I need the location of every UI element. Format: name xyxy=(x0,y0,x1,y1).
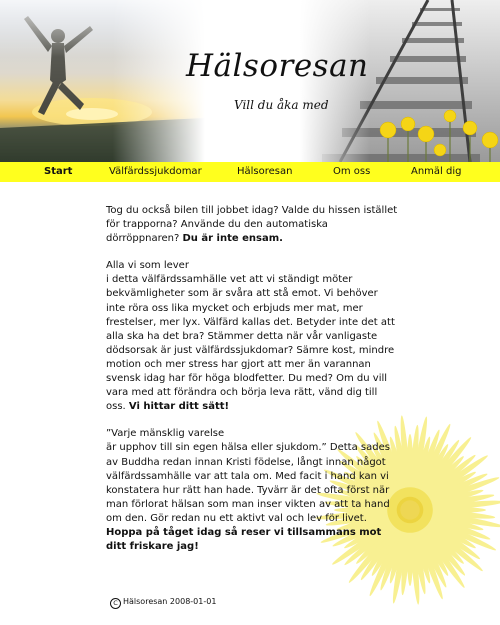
quote-heading: ”Varje mänsklig varelse xyxy=(106,428,225,440)
welfare-paragraph: Alla vi som lever i detta välfärdssamhäl… xyxy=(106,260,395,413)
nav-item-start[interactable]: Start xyxy=(44,166,72,177)
footer-text: Hälsoresan 2008-01-01 xyxy=(123,597,217,606)
nav-item-om-oss[interactable]: Om oss xyxy=(333,166,370,177)
intro-paragraph: Tog du också bilen till jobbet idag? Val… xyxy=(106,205,398,245)
nav-item-valfardssjukdomar[interactable]: Välfärdssjukdomar xyxy=(109,166,202,177)
buddha-quote-paragraph: ”Varje mänsklig varelse är upphov till s… xyxy=(106,428,390,553)
welfare-heading: Alla vi som lever xyxy=(106,260,189,272)
main-nav: Start Välfärdssjukdomar Hälsoresan Om os… xyxy=(0,162,500,182)
quote-emphasis: Hoppa på tåget idag så reser vi tillsamm… xyxy=(106,526,382,553)
footer: C Hälsoresan 2008-01-01 xyxy=(110,597,216,609)
welfare-emphasis: Vi hittar ditt sätt! xyxy=(128,401,230,413)
intro-emphasis: Du är inte ensam. xyxy=(182,233,283,245)
nav-item-halsoresan[interactable]: Hälsoresan xyxy=(237,166,292,177)
header-banner: Hälsoresan Vill du åka med xyxy=(0,0,500,162)
nav-item-anmal-dig[interactable]: Anmäl dig xyxy=(411,166,461,177)
copyright-icon: C xyxy=(110,598,121,609)
site-title: Hälsoresan xyxy=(186,48,369,84)
main-content: Tog du också bilen till jobbet idag? Val… xyxy=(106,204,398,567)
site-tagline: Vill du åka med xyxy=(234,98,329,112)
